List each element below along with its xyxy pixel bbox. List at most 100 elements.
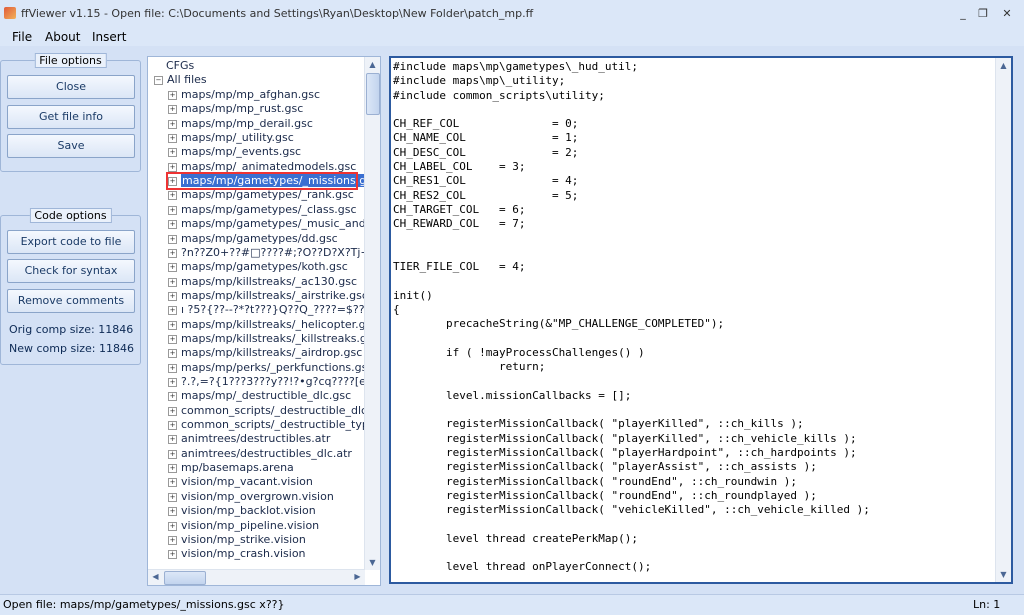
- tree-file-item[interactable]: + maps/mp/mp_rust.gsc: [168, 102, 303, 116]
- scroll-right-icon[interactable]: ▶: [351, 570, 364, 583]
- expand-icon[interactable]: +: [168, 478, 177, 488]
- tree-file-item[interactable]: + maps/mp/_events.gsc: [168, 145, 301, 159]
- restore-button[interactable]: ❐: [972, 6, 994, 22]
- expand-icon[interactable]: +: [168, 521, 177, 531]
- minimize-button[interactable]: _: [952, 6, 974, 22]
- tree-file-item[interactable]: + maps/mp/killstreaks/_helicopter.gsc: [168, 318, 377, 332]
- tree-vertical-scrollbar[interactable]: ▲ ▼: [364, 57, 380, 570]
- tree-file-item[interactable]: + maps/mp/killstreaks/_killstreaks.gsc: [168, 332, 379, 346]
- status-open-file: Open file: maps/mp/gametypes/_missions.g…: [3, 598, 285, 611]
- code-vertical-scrollbar[interactable]: ▲ ▼: [995, 58, 1011, 582]
- expand-icon[interactable]: +: [168, 291, 177, 301]
- tree-file-item[interactable]: + maps/mp/killstreaks/_ac130.gsc: [168, 275, 357, 289]
- tree-file-item[interactable]: + maps/mp/killstreaks/_airdrop.gsc: [168, 346, 362, 360]
- expand-icon[interactable]: +: [168, 277, 177, 287]
- expand-icon[interactable]: +: [168, 363, 177, 373]
- close-file-button[interactable]: Close: [7, 75, 135, 99]
- menu-insert[interactable]: Insert: [92, 30, 126, 44]
- scroll-down-icon[interactable]: ▼: [997, 568, 1010, 581]
- tree-file-item[interactable]: + common_scripts/_destructible_dlc.gsc: [168, 404, 380, 418]
- expand-icon[interactable]: +: [168, 550, 177, 560]
- remove-comments-button[interactable]: Remove comments: [7, 289, 135, 313]
- scroll-down-icon[interactable]: ▼: [366, 556, 379, 569]
- tree-file-item[interactable]: + vision/mp_vacant.vision: [168, 475, 313, 489]
- tree-file-item[interactable]: + vision/mp_strike.vision: [168, 533, 306, 547]
- expand-icon[interactable]: +: [168, 535, 177, 545]
- tree-file-item[interactable]: + maps/mp/_destructible_dlc.gsc: [168, 389, 351, 403]
- tree-file-item[interactable]: + ?n??Z0+??#□????#;?O??D?X?Tj+?-?k: [168, 246, 380, 260]
- tree-file-item[interactable]: + ?.?,=?{1???3???y??!?•g?cq????[e???: [168, 375, 380, 389]
- expand-icon[interactable]: +: [168, 91, 177, 100]
- menu-about[interactable]: About: [45, 30, 80, 44]
- menu-file[interactable]: File: [12, 30, 32, 44]
- expand-icon[interactable]: +: [168, 248, 177, 258]
- expand-icon[interactable]: +: [168, 349, 177, 359]
- expand-icon[interactable]: +: [168, 234, 177, 244]
- tree-horizontal-scrollbar[interactable]: ◀ ▶: [148, 569, 365, 585]
- tree-file-item[interactable]: + vision/mp_backlot.vision: [168, 504, 316, 518]
- tree-file-item[interactable]: + animtrees/destructibles.atr: [168, 432, 330, 446]
- export-code-button[interactable]: Export code to file: [7, 230, 135, 254]
- tree-file-item[interactable]: + common_scripts/_destructible_types_dlc.…: [168, 418, 380, 432]
- tree-file-label: maps/mp/perks/_perkfunctions.gsc: [181, 360, 374, 374]
- tree-file-item[interactable]: + vision/mp_pipeline.vision: [168, 519, 319, 533]
- tree-file-item[interactable]: + ı ?5?{??--?*?t???}Q??Q_????=$????: [168, 303, 376, 317]
- expand-icon[interactable]: +: [168, 105, 177, 115]
- window-title: ffViewer v1.15 - Open file: C:\Documents…: [21, 7, 534, 20]
- tree-file-item[interactable]: + maps/mp/gametypes/dd.gsc: [168, 232, 338, 246]
- tree-file-label: maps/mp/gametypes/_class.gsc: [181, 202, 357, 216]
- tree-file-label: common_scripts/_destructible_types_dlc.g…: [181, 418, 380, 432]
- expand-icon[interactable]: +: [168, 334, 177, 344]
- expand-icon[interactable]: +: [168, 378, 177, 387]
- tree-file-item[interactable]: + vision/mp_crash.vision: [168, 547, 306, 561]
- get-file-info-button[interactable]: Get file info: [7, 105, 135, 129]
- expand-icon[interactable]: +: [168, 205, 177, 215]
- expand-icon[interactable]: +: [168, 320, 177, 330]
- tree-file-item[interactable]: + maps/mp/_utility.gsc: [168, 131, 294, 145]
- expand-icon[interactable]: +: [168, 220, 177, 230]
- tree-file-item[interactable]: + maps/mp/killstreaks/_airstrike.gsc: [168, 289, 368, 303]
- expand-icon[interactable]: +: [168, 507, 177, 517]
- file-tree[interactable]: CFGs − All files + maps/mp/mp_afghan.gsc + m…: [147, 56, 381, 586]
- expand-icon[interactable]: +: [168, 492, 177, 502]
- expand-icon[interactable]: +: [168, 464, 177, 474]
- scroll-thumb[interactable]: [366, 73, 380, 115]
- expand-icon[interactable]: +: [168, 134, 177, 144]
- tree-file-item[interactable]: + animtrees/destructibles_dlc.atr: [168, 447, 352, 461]
- code-text[interactable]: #include maps\mp\gametypes\_hud_util; #i…: [393, 60, 993, 575]
- expand-icon[interactable]: +: [168, 306, 177, 316]
- collapse-icon[interactable]: −: [154, 76, 163, 85]
- tree-file-label: maps/mp/_animatedmodels.gsc: [181, 159, 357, 173]
- tree-file-item[interactable]: + maps/mp/gametypes/_class.gsc: [168, 203, 357, 217]
- scroll-up-icon[interactable]: ▲: [997, 59, 1010, 72]
- expand-icon[interactable]: +: [168, 162, 177, 172]
- tree-node-all-files[interactable]: − All files: [154, 73, 207, 87]
- expand-icon[interactable]: +: [168, 148, 177, 158]
- tree-file-item[interactable]: + maps/mp/mp_afghan.gsc: [168, 88, 320, 102]
- expand-icon[interactable]: +: [168, 263, 177, 273]
- tree-file-item[interactable]: + maps/mp/gametypes/_rank.gsc: [168, 188, 354, 202]
- tree-node-cfgs[interactable]: CFGs: [166, 59, 194, 73]
- tree-file-label: vision/mp_strike.vision: [181, 532, 306, 546]
- expand-icon[interactable]: +: [168, 449, 177, 459]
- tree-file-item[interactable]: + maps/mp/gametypes/_music_and_dialog.gsc: [168, 217, 380, 231]
- expand-icon[interactable]: +: [168, 392, 177, 402]
- tree-file-item[interactable]: + mp/basemaps.arena: [168, 461, 294, 475]
- expand-icon[interactable]: +: [168, 421, 177, 431]
- tree-file-item[interactable]: + maps/mp/gametypes/koth.gsc: [168, 260, 348, 274]
- expand-icon[interactable]: +: [168, 406, 177, 416]
- tree-file-item[interactable]: + maps/mp/perks/_perkfunctions.gsc: [168, 361, 373, 375]
- scroll-left-icon[interactable]: ◀: [149, 570, 162, 583]
- close-window-button[interactable]: ✕: [996, 6, 1018, 22]
- save-button[interactable]: Save: [7, 134, 135, 158]
- expand-icon[interactable]: +: [168, 435, 177, 445]
- tree-file-item[interactable]: + maps/mp/mp_derail.gsc: [168, 117, 313, 131]
- check-syntax-button[interactable]: Check for syntax errors: [7, 259, 135, 299]
- scroll-up-icon[interactable]: ▲: [366, 58, 379, 71]
- status-bar: Open file: maps/mp/gametypes/_missions.g…: [0, 594, 1024, 615]
- scroll-thumb[interactable]: [164, 571, 206, 585]
- tree-file-item[interactable]: + vision/mp_overgrown.vision: [168, 490, 334, 504]
- code-editor[interactable]: #include maps\mp\gametypes\_hud_util; #i…: [389, 56, 1013, 584]
- expand-icon[interactable]: +: [168, 191, 177, 201]
- expand-icon[interactable]: +: [168, 119, 177, 129]
